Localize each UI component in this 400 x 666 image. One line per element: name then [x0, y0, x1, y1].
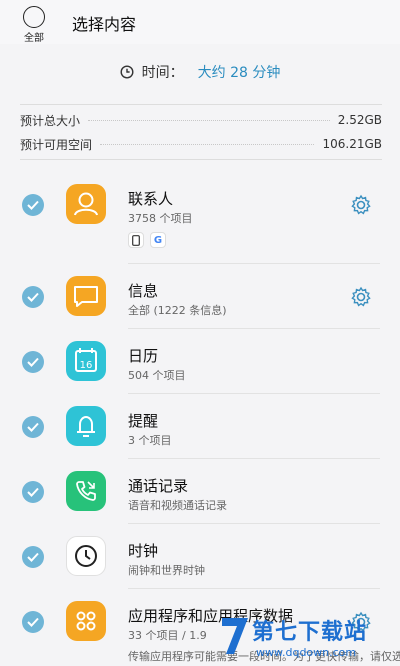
item-title: 时钟 [128, 542, 159, 560]
item-title: 提醒 [128, 412, 159, 430]
item-subtitle: 语音和视频通话记录 [128, 499, 227, 512]
watermark-url: www.dqdown.com [256, 646, 357, 659]
dotted-leader [100, 143, 315, 145]
google-icon: G [150, 232, 166, 248]
list-item-contacts[interactable]: 联系人 3758 个项目 G [0, 172, 400, 264]
content-list: 联系人 3758 个项目 G 信息 全部 (1222 条信息) 16 日历 50… [0, 172, 400, 666]
gear-icon[interactable] [350, 194, 372, 216]
select-all-label: 全部 [24, 33, 44, 44]
watermark-text: 第七下载站 [252, 620, 368, 645]
total-size-label: 预计总大小 [20, 113, 81, 128]
source-icons: G [128, 232, 166, 248]
item-subtitle: 3758 个项目 [128, 212, 193, 225]
gear-icon[interactable] [350, 286, 372, 308]
clock-icon [66, 536, 106, 576]
item-checkbox[interactable] [22, 611, 44, 633]
list-item-clock[interactable]: 时钟 闹钟和世界时钟 [0, 524, 400, 589]
free-space-label: 预计可用空间 [20, 137, 93, 152]
item-subtitle: 全部 (1222 条信息) [128, 304, 227, 317]
calendar-icon: 16 [66, 341, 106, 381]
phone-call-icon [66, 471, 106, 511]
item-title: 通话记录 [128, 477, 189, 495]
time-estimate: 时间： 大约 28 分钟 [0, 54, 400, 90]
free-space-row: 预计可用空间 106.21GB [20, 133, 382, 155]
time-label: 时间： [141, 65, 184, 81]
item-subtitle: 33 个项目 / 1.9 [128, 629, 207, 642]
phone-icon [128, 232, 144, 248]
dotted-leader [88, 119, 330, 121]
select-all-toggle[interactable]: 全部 [20, 6, 48, 44]
item-title: 日历 [128, 347, 159, 365]
watermark: 第七下载站 www.dqdown.com [216, 608, 400, 666]
item-title: 联系人 [128, 190, 174, 208]
item-checkbox[interactable] [22, 546, 44, 568]
item-title: 信息 [128, 282, 159, 300]
list-item-reminders[interactable]: 提醒 3 个项目 [0, 394, 400, 459]
total-size-row: 预计总大小 2.52GB [20, 109, 382, 131]
item-checkbox[interactable] [22, 481, 44, 503]
size-summary: 预计总大小 2.52GB 预计可用空间 106.21GB [20, 104, 382, 160]
bell-icon [66, 406, 106, 446]
list-item-messages[interactable]: 信息 全部 (1222 条信息) [0, 264, 400, 329]
list-item-call-log[interactable]: 通话记录 语音和视频通话记录 [0, 459, 400, 524]
page-title: 选择内容 [72, 15, 137, 34]
item-checkbox[interactable] [22, 351, 44, 373]
item-subtitle: 3 个项目 [128, 434, 172, 447]
top-bar: 全部 选择内容 [0, 0, 400, 44]
item-checkbox[interactable] [22, 194, 44, 216]
item-subtitle: 闹钟和世界时钟 [128, 564, 205, 577]
item-checkbox[interactable] [22, 286, 44, 308]
item-subtitle: 504 个项目 [128, 369, 186, 382]
contacts-icon [66, 184, 106, 224]
watermark-logo-icon [222, 618, 248, 654]
item-checkbox[interactable] [22, 416, 44, 438]
total-size-value: 2.52GB [337, 113, 382, 127]
list-item-calendar[interactable]: 16 日历 504 个项目 [0, 329, 400, 394]
time-value: 大约 28 分钟 [197, 65, 281, 81]
free-space-value: 106.21GB [322, 137, 382, 151]
clock-icon [120, 65, 134, 79]
calendar-day: 16 [80, 360, 93, 371]
divider [20, 159, 382, 160]
apps-icon [66, 601, 106, 641]
select-all-checkbox[interactable] [23, 6, 45, 28]
message-icon [66, 276, 106, 316]
